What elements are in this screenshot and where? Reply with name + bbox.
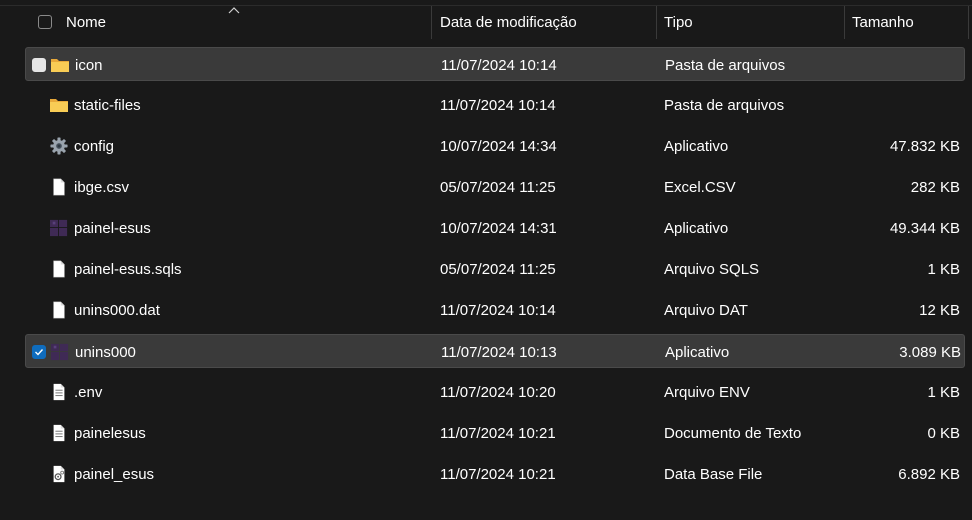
file-type: Arquivo DAT [664, 301, 748, 319]
text-file-icon [49, 424, 69, 442]
column-header-size[interactable]: Tamanho [852, 6, 914, 39]
file-date: 11/07/2024 10:14 [440, 96, 556, 114]
file-name[interactable]: ibge.csv [74, 170, 129, 204]
file-date: 11/07/2024 10:20 [440, 383, 556, 401]
select-all-checkbox[interactable] [38, 15, 52, 29]
file-date: 11/07/2024 10:21 [440, 465, 556, 483]
file-row[interactable]: painel_esus 11/07/2024 10:21 Data Base Fil… [25, 457, 965, 491]
file-type: Aplicativo [664, 137, 729, 155]
app-icon [49, 219, 69, 237]
file-icon [49, 260, 69, 278]
file-date: 11/07/2024 10:14 [440, 301, 556, 319]
file-date: 05/07/2024 11:25 [440, 260, 556, 278]
column-divider[interactable] [431, 6, 432, 39]
file-type: Aplicativo [665, 343, 730, 361]
column-header-date[interactable]: Data de modificação [440, 6, 577, 39]
file-size [845, 88, 960, 122]
column-header-type[interactable]: Tipo [664, 6, 693, 39]
file-type: Data Base File [664, 465, 763, 483]
file-type: Pasta de arquivos [664, 96, 785, 114]
file-row[interactable]: painel-esus.sqls 05/07/2024 11:25 Arquivo … [25, 252, 965, 286]
file-size: 49.344 KB [889, 219, 960, 237]
file-name[interactable]: painel_esus [74, 457, 154, 491]
row-checkbox[interactable] [32, 345, 46, 359]
file-type: Documento de Texto [664, 424, 802, 442]
column-divider[interactable] [656, 6, 657, 39]
file-size: 3.089 KB [899, 343, 961, 361]
file-explorer: Nome Data de modificação Tipo Tamanho ic… [0, 0, 972, 520]
text-file-icon [49, 383, 69, 401]
file-name[interactable]: config [74, 129, 114, 163]
settings-file-icon [49, 465, 69, 483]
file-row[interactable]: unins000.dat 11/07/2024 10:14 Arquivo DAT 1… [25, 293, 965, 327]
file-size: 282 KB [910, 178, 960, 196]
file-row[interactable]: painel-esus 10/07/2024 14:31 Aplicativo 49.… [25, 211, 965, 245]
file-name[interactable]: unins000.dat [74, 293, 160, 327]
file-icon [49, 301, 69, 319]
file-date: 11/07/2024 10:14 [441, 56, 557, 74]
column-header: Nome Data de modificação Tipo Tamanho [0, 5, 972, 39]
file-size: 1 KB [927, 383, 960, 401]
app-icon [50, 343, 70, 361]
row-checkbox[interactable] [32, 58, 46, 72]
file-row[interactable]: icon 11/07/2024 10:14 Pasta de arquivos [25, 47, 965, 81]
column-divider[interactable] [844, 6, 845, 39]
file-icon [49, 178, 69, 196]
file-type: Arquivo SQLS [664, 260, 760, 278]
file-size: 0 KB [927, 424, 960, 442]
file-size: 47.832 KB [889, 137, 960, 155]
file-name[interactable]: .env [74, 375, 102, 409]
file-date: 05/07/2024 11:25 [440, 178, 556, 196]
file-name[interactable]: painel-esus.sqls [74, 252, 182, 286]
file-name[interactable]: static-files [74, 88, 141, 122]
file-date: 11/07/2024 10:21 [440, 424, 556, 442]
folder-icon [49, 96, 69, 114]
file-date: 11/07/2024 10:13 [441, 343, 557, 361]
file-date: 10/07/2024 14:31 [440, 219, 557, 237]
file-size: 6.892 KB [898, 465, 960, 483]
file-size: 1 KB [927, 260, 960, 278]
file-row[interactable]: .env 11/07/2024 10:20 Arquivo ENV 1 KB [25, 375, 965, 409]
file-type: Pasta de arquivos [665, 56, 786, 74]
file-type: Arquivo ENV [664, 383, 750, 401]
file-row[interactable]: ibge.csv 05/07/2024 11:25 Excel.CSV 282 KB [25, 170, 965, 204]
column-header-name[interactable]: Nome [66, 6, 106, 39]
file-date: 10/07/2024 14:34 [440, 137, 557, 155]
column-divider[interactable] [968, 6, 969, 39]
file-row[interactable]: static-files 11/07/2024 10:14 Pasta de arq… [25, 88, 965, 122]
checkmark-icon [35, 349, 44, 356]
file-name[interactable]: unins000 [75, 335, 136, 369]
file-row[interactable]: config 10/07/2024 14:34 Aplicativo 47.832 K… [25, 129, 965, 163]
gear-icon [49, 137, 69, 155]
file-name[interactable]: painelesus [74, 416, 146, 450]
file-row[interactable]: unins000 11/07/2024 10:13 Aplicativo 3.089 … [25, 334, 965, 368]
file-type: Excel.CSV [664, 178, 736, 196]
sort-ascending-icon [228, 7, 240, 14]
file-row[interactable]: painelesus 11/07/2024 10:21 Documento de T… [25, 416, 965, 450]
file-size [846, 48, 961, 82]
file-size: 12 KB [919, 301, 960, 319]
file-name[interactable]: painel-esus [74, 211, 151, 245]
file-type: Aplicativo [664, 219, 729, 237]
file-name[interactable]: icon [75, 48, 103, 82]
folder-icon [50, 56, 70, 74]
